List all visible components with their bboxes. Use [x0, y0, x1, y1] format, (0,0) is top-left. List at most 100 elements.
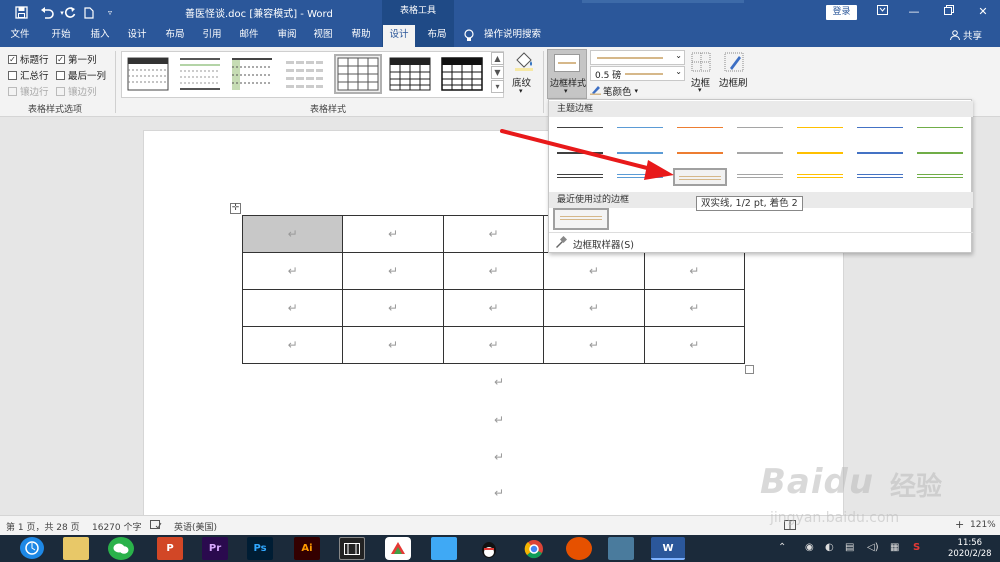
lightbulb-icon[interactable]	[462, 25, 476, 47]
theme-border-swatch[interactable]	[733, 144, 787, 162]
table-cell[interactable]: ↵	[241, 289, 344, 327]
tray-app-icon[interactable]: ▦	[890, 542, 899, 553]
photoshop-icon[interactable]: Ps	[247, 537, 273, 560]
pen-style-dropdown[interactable]: ⌄	[590, 50, 685, 65]
close-icon[interactable]: ✕	[972, 3, 994, 21]
tab-view[interactable]: 视图	[306, 25, 340, 47]
table-cell[interactable]: ↵	[442, 326, 545, 364]
table-cell[interactable]: ↵	[643, 289, 746, 327]
sogou-input-icon[interactable]: S	[913, 542, 920, 553]
redo-icon[interactable]	[62, 4, 78, 21]
table-cell[interactable]: ↵	[442, 215, 545, 253]
tab-mailings[interactable]: 邮件	[232, 25, 266, 47]
tab-design[interactable]: 设计	[120, 25, 154, 47]
theme-border-swatch[interactable]	[913, 119, 967, 137]
theme-border-swatch[interactable]	[793, 144, 847, 162]
tab-layout[interactable]: 布局	[158, 25, 192, 47]
video-editor-icon[interactable]	[339, 537, 365, 560]
share-button[interactable]: 共享	[950, 28, 982, 42]
xmind-icon[interactable]	[385, 537, 411, 560]
start-button-icon[interactable]	[20, 537, 44, 559]
header-row-checkbox[interactable]: ✓ 标题行	[8, 52, 49, 66]
tab-home[interactable]: 开始	[44, 25, 78, 47]
network-icon[interactable]: ▤	[845, 542, 854, 553]
theme-border-swatch[interactable]	[553, 119, 607, 137]
tray-app-icon[interactable]: ◐	[825, 542, 834, 553]
theme-border-swatch[interactable]	[853, 119, 907, 137]
theme-border-swatch[interactable]	[673, 168, 727, 186]
clock[interactable]: 11:56 2020/2/28	[948, 538, 992, 560]
theme-border-swatch[interactable]	[673, 144, 727, 162]
theme-border-swatch[interactable]	[613, 168, 667, 186]
pen-color-button[interactable]: 笔颜色 ▾	[590, 84, 638, 98]
table-cell[interactable]: ↵	[643, 252, 746, 290]
tab-insert[interactable]: 插入	[83, 25, 117, 47]
theme-border-swatch[interactable]	[673, 119, 727, 137]
table-cell[interactable]: ↵	[342, 326, 444, 364]
wechat-icon[interactable]	[108, 537, 134, 560]
file-explorer-icon[interactable]	[63, 537, 89, 560]
border-painter-button[interactable]: 边框刷	[718, 50, 748, 96]
chrome-icon[interactable]	[521, 537, 547, 560]
theme-border-swatch[interactable]	[913, 168, 967, 186]
maximize-icon[interactable]	[938, 3, 960, 21]
first-column-checkbox[interactable]: ✓ 第一列	[56, 52, 97, 66]
premiere-icon[interactable]: Pr	[202, 537, 228, 560]
table-cell[interactable]: ↵	[342, 289, 444, 327]
table-style-thumb[interactable]	[178, 56, 222, 92]
tab-table-design[interactable]: 设计	[383, 25, 415, 47]
browser-icon[interactable]	[566, 537, 592, 560]
total-row-checkbox[interactable]: 汇总行	[8, 68, 49, 82]
gallery-more-icon[interactable]: ▾	[491, 80, 504, 93]
theme-border-swatch[interactable]	[793, 168, 847, 186]
table-cell[interactable]: ↵	[442, 289, 545, 327]
theme-border-swatch[interactable]	[913, 144, 967, 162]
tab-table-layout[interactable]: 布局	[420, 25, 454, 47]
border-styles-button[interactable]: 边框样式 ▾	[547, 49, 587, 99]
login-button[interactable]: 登录	[826, 5, 857, 20]
shading-button[interactable]: 底纹 ▾	[509, 50, 537, 98]
volume-icon[interactable]: ◁)	[867, 542, 879, 553]
theme-border-swatch[interactable]	[733, 119, 787, 137]
theme-border-swatch[interactable]	[733, 168, 787, 186]
table-style-thumb[interactable]	[440, 56, 484, 92]
save-icon[interactable]	[12, 4, 30, 21]
powerpoint-icon[interactable]: P	[157, 537, 183, 560]
word-count[interactable]: 16270 个字	[92, 520, 142, 533]
illustrator-icon[interactable]: Ai	[294, 537, 320, 560]
table-cell[interactable]: ↵	[543, 289, 645, 327]
table-resize-handle[interactable]	[745, 365, 754, 374]
table-style-thumb[interactable]	[282, 56, 326, 92]
table-cell[interactable]: ↵	[342, 215, 444, 253]
table-style-thumb[interactable]	[388, 56, 432, 92]
zoom-level[interactable]: 121%	[970, 520, 996, 530]
gallery-scroll-up-icon[interactable]: ▲	[491, 52, 504, 65]
notes-app-icon[interactable]	[608, 537, 634, 560]
undo-icon[interactable]	[36, 4, 58, 21]
tray-up-arrow-icon[interactable]: ⌃	[778, 542, 786, 553]
table-style-thumb-selected[interactable]	[334, 54, 382, 94]
table-cell[interactable]: ↵	[241, 326, 344, 364]
table-cell[interactable]: ↵	[543, 326, 645, 364]
tab-review[interactable]: 审阅	[270, 25, 304, 47]
page-count[interactable]: 第 1 页，共 28 页	[6, 520, 80, 533]
table-cell[interactable]: ↵	[241, 215, 344, 253]
language-indicator[interactable]: 英语(美国)	[174, 520, 217, 533]
qq-penguin-icon[interactable]	[476, 537, 502, 560]
theme-border-swatch[interactable]	[613, 144, 667, 162]
border-sampler-button[interactable]: 边框取样器(S)	[555, 235, 634, 251]
theme-border-swatch[interactable]	[853, 168, 907, 186]
minimize-icon[interactable]: —	[903, 3, 925, 21]
tell-me-search[interactable]: 操作说明搜索	[484, 25, 570, 47]
tray-app-icon[interactable]: ◉	[805, 542, 814, 553]
gallery-scroll-down-icon[interactable]: ▼	[491, 66, 504, 79]
table-cell[interactable]: ↵	[442, 252, 545, 290]
table-cell[interactable]: ↵	[342, 252, 444, 290]
theme-border-swatch[interactable]	[553, 168, 607, 186]
recent-border-swatch[interactable]	[553, 208, 609, 230]
table-move-handle-icon[interactable]: ✛	[230, 203, 241, 214]
theme-border-swatch[interactable]	[853, 144, 907, 162]
table-cell[interactable]: ↵	[643, 326, 746, 364]
feiq-icon[interactable]	[431, 537, 457, 560]
theme-border-swatch[interactable]	[793, 119, 847, 137]
